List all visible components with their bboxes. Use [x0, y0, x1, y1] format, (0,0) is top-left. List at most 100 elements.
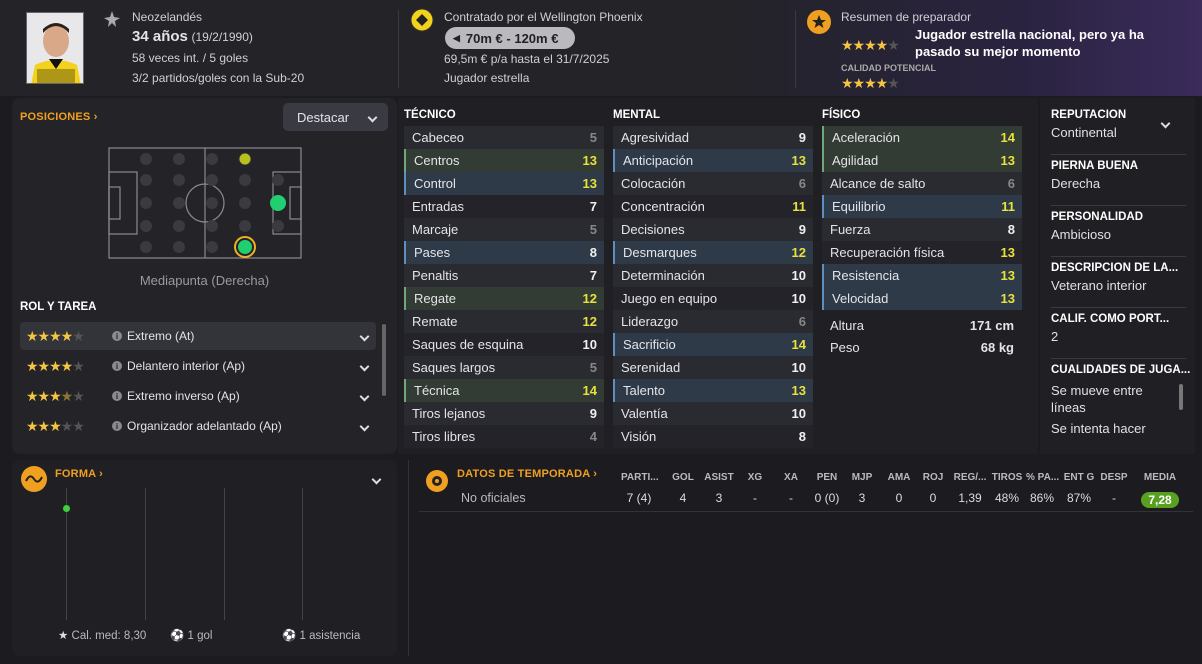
info-icon[interactable]: i	[112, 361, 122, 371]
attribute-row[interactable]: Agilidad 13	[822, 149, 1022, 172]
transfer-value[interactable]: ◀ 70m € - 120m €	[445, 27, 575, 49]
attribute-name: Pases	[414, 245, 451, 260]
attribute-name: Valentía	[621, 406, 668, 421]
positions-title[interactable]: POSICIONES ›	[20, 111, 98, 123]
attribute-value: 9	[589, 406, 597, 421]
role-row[interactable]: ★★★★★ i Delantero interior (Ap)	[20, 352, 376, 380]
role-stars: ★★★★★	[26, 387, 85, 404]
attribute-row[interactable]: Técnica 14	[404, 379, 604, 402]
attribute-row[interactable]: Recuperación física 13	[822, 241, 1022, 264]
attribute-row[interactable]: Aceleración 14	[822, 126, 1022, 149]
season-col-header[interactable]: GOL	[668, 472, 698, 483]
season-col-header[interactable]: ENT G	[1063, 472, 1095, 483]
attribute-row[interactable]: Entradas 7	[404, 195, 604, 218]
attribute-row[interactable]: Agresividad 9	[613, 126, 813, 149]
age: 34 años	[132, 28, 188, 45]
potential-ability-stars: ★★★★★	[841, 75, 900, 91]
attribute-row[interactable]: Concentración 11	[613, 195, 813, 218]
season-stat-value: 86%	[1029, 491, 1055, 505]
traits-scrollbar[interactable]	[1179, 384, 1183, 410]
club-badge-icon[interactable]	[410, 8, 434, 35]
weight-value: 68 kg	[980, 339, 1014, 355]
attribute-row[interactable]: Saques largos 5	[404, 356, 604, 379]
attribute-value: 7	[589, 268, 597, 283]
form-title[interactable]: FORMA ›	[55, 468, 103, 480]
season-col-header[interactable]: REG/...	[953, 472, 987, 483]
season-col-header[interactable]: MJP	[850, 472, 874, 483]
season-col-header[interactable]: ROJ	[918, 472, 948, 483]
season-col-header[interactable]: XA	[778, 472, 804, 483]
attribute-value: 14	[1000, 130, 1015, 145]
roles-list: ★★★★★ i Extremo (At) ★★★★★ i Delantero i…	[20, 322, 376, 440]
attribute-row[interactable]: Alcance de salto 6	[822, 172, 1022, 195]
attribute-row[interactable]: Tiros lejanos 9	[404, 402, 604, 425]
season-col-header[interactable]: MEDIA	[1140, 472, 1180, 483]
info-icon[interactable]: i	[112, 391, 122, 401]
attribute-value: 6	[798, 176, 806, 191]
info-icon[interactable]: i	[112, 331, 122, 341]
form-panel: FORMA › ★ Cal. med: 8,30 ⚽ 1 gol ⚽ 1 asi…	[12, 460, 397, 656]
attribute-row[interactable]: Cabeceo 5	[404, 126, 604, 149]
attribute-row[interactable]: Pases 8	[404, 241, 604, 264]
attribute-row[interactable]: Valentía 10	[613, 402, 813, 425]
coach-report-title: Resumen de preparador	[841, 10, 972, 24]
attribute-row[interactable]: Fuerza 8	[822, 218, 1022, 241]
chevron-down-icon[interactable]	[359, 361, 370, 371]
attribute-row[interactable]: Liderazgo 6	[613, 310, 813, 333]
technical-title: TÉCNICO	[404, 109, 456, 121]
attribute-row[interactable]: Visión 8	[613, 425, 813, 448]
roles-scrollbar[interactable]	[382, 324, 386, 396]
attribute-row[interactable]: Resistencia 13	[822, 264, 1022, 287]
info-reputation: REPUTACIÓN Continental	[1051, 109, 1127, 140]
season-col-header[interactable]: AMA	[884, 472, 914, 483]
assist-icon: ⚽	[282, 630, 297, 642]
chevron-down-icon[interactable]	[359, 421, 370, 431]
attribute-row[interactable]: Desmarques 12	[613, 241, 813, 264]
season-col-header[interactable]: DESP	[1100, 472, 1128, 483]
attribute-row[interactable]: Tiros libres 4	[404, 425, 604, 448]
attribute-row[interactable]: Control 13	[404, 172, 604, 195]
role-row[interactable]: ★★★★★ i Extremo inverso (Ap)	[20, 382, 376, 410]
season-col-header[interactable]: ASIST	[703, 472, 735, 483]
season-stat-value: -	[789, 491, 793, 505]
attribute-row[interactable]: Juego en equipo 10	[613, 287, 813, 310]
attribute-row[interactable]: Penaltis 7	[404, 264, 604, 287]
attribute-row[interactable]: Saques de esquina 10	[404, 333, 604, 356]
attribute-row[interactable]: Talento 13	[613, 379, 813, 402]
attribute-row[interactable]: Determinación 10	[613, 264, 813, 287]
form-rating-dot[interactable]	[63, 505, 70, 512]
season-col-header[interactable]: PEN	[812, 472, 842, 483]
info-preferred-foot: PIERNA BUENA Derecha	[1051, 160, 1139, 191]
attribute-row[interactable]: Equilibrio 11	[822, 195, 1022, 218]
attribute-row[interactable]: Colocación 6	[613, 172, 813, 195]
season-stats-table: PARTI... GOL ASIST XG XA PEN MJP AMA ROJ REG/... T…	[419, 472, 1193, 512]
attribute-name: Anticipación	[623, 153, 694, 168]
season-col-header[interactable]: TIROS	[990, 472, 1024, 483]
highlight-dropdown[interactable]: Destacar	[283, 103, 388, 131]
attribute-row[interactable]: Centros 13	[404, 149, 604, 172]
attribute-row[interactable]: Marcaje 5	[404, 218, 604, 241]
season-stat-value: 3	[715, 491, 723, 505]
info-icon[interactable]: i	[112, 421, 122, 431]
attribute-row[interactable]: Velocidad 13	[822, 287, 1022, 310]
attribute-row[interactable]: Serenidad 10	[613, 356, 813, 379]
player-header: Neozelandés 34 años (19/2/1990) 58 veces…	[0, 0, 1202, 96]
attribute-row[interactable]: Decisiones 9	[613, 218, 813, 241]
attribute-row[interactable]: Anticipación 13	[613, 149, 813, 172]
attribute-row[interactable]: Remate 12	[404, 310, 604, 333]
chevron-down-icon[interactable]	[359, 391, 370, 401]
attribute-name: Talento	[623, 383, 665, 398]
attribute-name: Velocidad	[832, 291, 889, 306]
form-icon	[20, 465, 48, 496]
attribute-name: Centros	[414, 153, 460, 168]
chevron-down-icon[interactable]	[359, 331, 370, 341]
role-row[interactable]: ★★★★★ i Organizador adelantado (Ap)	[20, 412, 376, 440]
season-col-header[interactable]: XG	[742, 472, 768, 483]
mental-attributes: Agresividad 9 Anticipación 13 Colocación 6 Con…	[613, 126, 813, 448]
role-row[interactable]: ★★★★★ i Extremo (At)	[20, 322, 376, 350]
season-col-header[interactable]: % PA...	[1026, 472, 1059, 483]
attribute-row[interactable]: Sacrificio 14	[613, 333, 813, 356]
attribute-row[interactable]: Regate 12	[404, 287, 604, 310]
season-col-header[interactable]: PARTI...	[621, 472, 659, 483]
chevron-down-icon[interactable]	[371, 474, 382, 485]
